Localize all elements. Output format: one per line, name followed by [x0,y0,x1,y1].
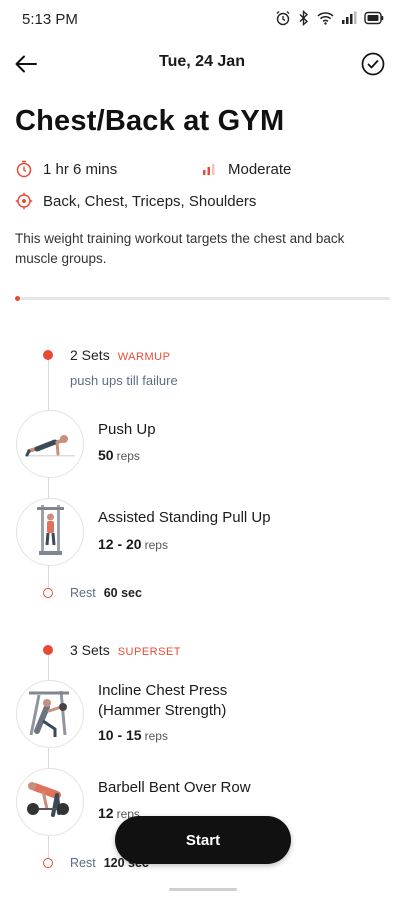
start-button[interactable]: Start [115,816,291,864]
reps-value: 12 [98,805,114,821]
sets-count: 3 Sets [70,642,110,658]
rest-marker [43,858,53,868]
exercise-reps: 12 - 20 reps [98,536,168,552]
rest-marker [43,588,53,598]
reps-value: 50 [98,447,114,463]
exercise-name[interactable]: Assisted Standing Pull Up [98,508,271,528]
intensity-text: Moderate [228,160,292,178]
exercise-thumbnail[interactable] [16,680,84,748]
wifi-icon [317,12,334,25]
rest-label: Rest [70,586,96,600]
exercise-reps: 10 - 15 reps [98,727,168,743]
exercise-reps: 50 reps [98,447,140,463]
exercise-name-line1: Incline Chest Press [98,682,228,699]
block-header: 2 Sets WARMUP [70,347,170,365]
rest-value: 60 sec [103,586,142,600]
block-tag: SUPERSET [117,646,181,658]
exercise-name[interactable]: Barbell Bent Over Row [98,778,251,798]
alarm-icon [276,11,290,26]
duration-row: 1 hr 6 mins [15,160,117,178]
battery-icon [364,11,384,25]
block-marker [43,350,53,360]
status-bar: 5:13 PM [0,0,404,40]
reps-value: 12 - 20 [98,536,142,552]
workout-progress-bar [15,296,390,301]
bent-over-row-illustration [27,782,69,817]
reps-unit: reps [144,538,168,552]
duration-text: 1 hr 6 mins [43,160,118,178]
pull-up-machine-illustration [37,505,64,555]
block-tag: WARMUP [117,351,171,363]
exercise-thumbnail[interactable] [16,410,84,478]
intensity-bars-icon [203,164,215,175]
block-marker [43,645,53,655]
rest-label: Rest [70,856,96,870]
intensity-row: Moderate [200,160,291,178]
sets-count: 2 Sets [70,347,110,363]
status-time: 5:13 PM [22,11,78,28]
complete-button[interactable] [360,51,386,77]
bluetooth-icon [299,10,309,26]
timer-icon [16,160,32,178]
workout-title: Chest/Back at GYM [15,105,285,137]
exercise-name[interactable]: Push Up [98,420,156,440]
block-header: 3 Sets SUPERSET [70,642,181,660]
push-up-illustration [25,435,75,457]
exercise-thumbnail[interactable] [16,498,84,566]
exercise-name-line2: (Hammer Strength) [98,702,227,719]
reps-unit: reps [116,449,140,463]
signal-icon [342,11,357,24]
exercise-name[interactable]: Incline Chest Press (Hammer Strength) [98,681,227,721]
reps-unit: reps [144,729,168,743]
workout-description: This weight training workout targets the… [15,231,345,266]
block-note: push ups till failure [70,373,178,388]
target-icon [15,192,33,210]
muscles-text: Back, Chest, Triceps, Shoulders [43,192,257,210]
reps-value: 10 - 15 [98,727,142,743]
incline-press-illustration [29,690,69,737]
progress-indicator [15,296,20,301]
exercise-thumbnail[interactable] [16,768,84,836]
home-indicator[interactable] [169,888,237,891]
rest-row: Rest 60 sec [70,586,142,600]
page-date-title: Tue, 24 Jan [159,53,245,70]
muscles-row: Back, Chest, Triceps, Shoulders [15,192,256,210]
check-circle-icon [361,52,385,76]
status-icons [275,10,384,26]
